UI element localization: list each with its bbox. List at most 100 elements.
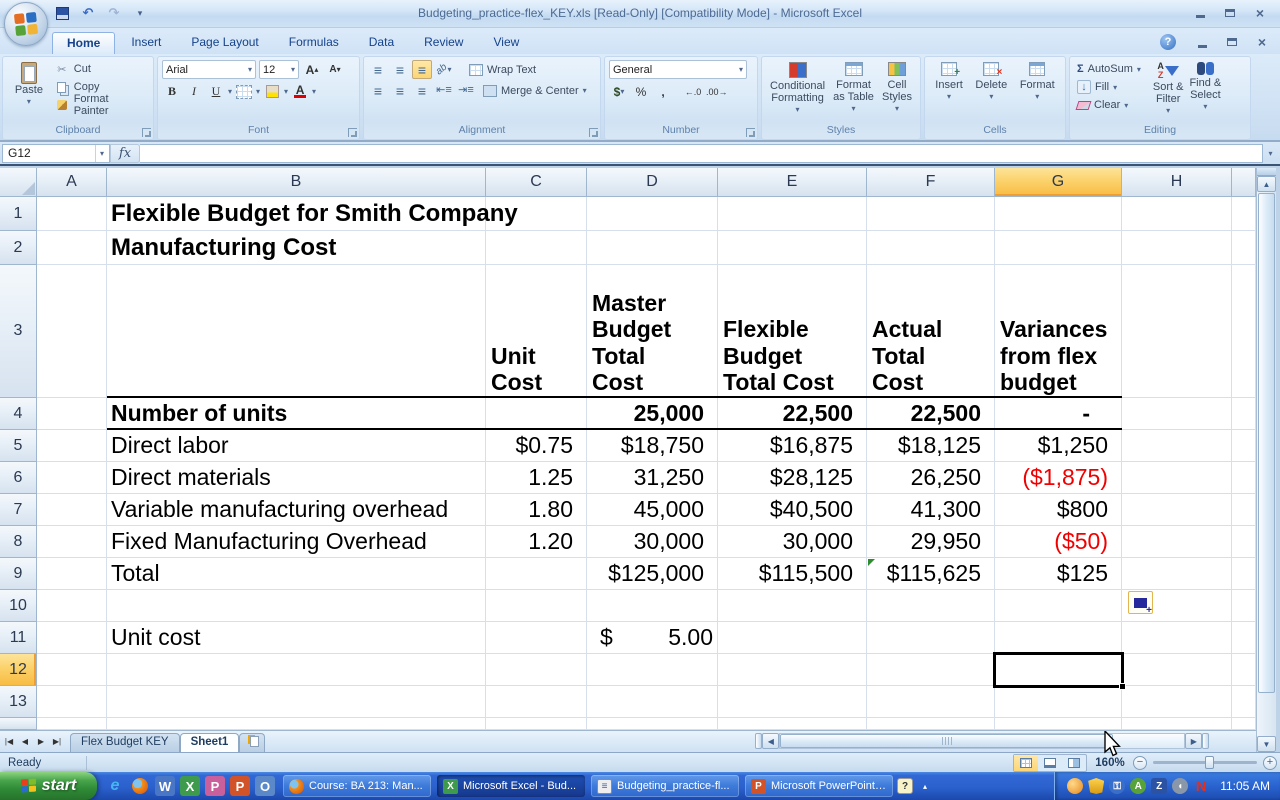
row-header-5[interactable]: 5	[0, 430, 37, 462]
cell-b11[interactable]: Unit cost	[107, 622, 486, 654]
tab-view[interactable]: View	[479, 32, 533, 54]
cell-a8[interactable]	[37, 526, 107, 558]
cell[interactable]	[587, 654, 718, 686]
cell[interactable]	[995, 718, 1122, 730]
cell-f4[interactable]: 22,500	[867, 398, 995, 430]
task-button-excel-active[interactable]: X Microsoft Excel - Bud...	[437, 775, 585, 797]
office-button[interactable]	[4, 2, 48, 46]
align-left-icon[interactable]: ≡	[368, 81, 388, 100]
zoom-in-button[interactable]: +	[1263, 756, 1277, 770]
row-header-9[interactable]: 9	[0, 558, 37, 590]
last-sheet-icon[interactable]: ▶|	[50, 733, 64, 749]
next-sheet-icon[interactable]: ▶	[34, 733, 48, 749]
word-icon[interactable]: W	[155, 776, 175, 796]
percent-style-icon[interactable]: %	[631, 82, 651, 101]
cell-c5[interactable]: $0.75	[486, 430, 587, 462]
normal-view-button[interactable]	[1014, 755, 1038, 771]
cell-a2[interactable]	[37, 231, 107, 265]
tab-review[interactable]: Review	[410, 32, 477, 54]
cut-button[interactable]: ✂Cut	[51, 60, 149, 78]
cell-g6-negative[interactable]: ($1,875)	[995, 462, 1122, 494]
vertical-scrollbar[interactable]: ▲ ▼	[1256, 168, 1276, 752]
formula-input[interactable]	[140, 144, 1263, 163]
italic-button[interactable]: I	[184, 82, 204, 101]
cell-e7[interactable]: $40,500	[718, 494, 867, 526]
fill-button[interactable]: ↓Fill▾	[1074, 78, 1144, 96]
cell-a11[interactable]	[37, 622, 107, 654]
sheet-tab-sheet1-active[interactable]: Sheet1	[180, 733, 240, 753]
font-color-button[interactable]: A	[290, 82, 310, 101]
horizontal-scrollbar[interactable]: ◀ ▶	[755, 731, 1209, 749]
page-break-preview-button[interactable]	[1062, 755, 1086, 771]
cell-a7[interactable]	[37, 494, 107, 526]
cell[interactable]	[995, 686, 1122, 718]
wrap-text-button[interactable]: Wrap Text	[466, 61, 539, 79]
name-box[interactable]: G12▾	[2, 144, 110, 163]
zoom-out-button[interactable]: −	[1133, 756, 1147, 770]
zoom-slider-thumb[interactable]	[1205, 756, 1214, 769]
cell[interactable]	[587, 231, 718, 265]
cell[interactable]	[1232, 231, 1256, 265]
tray-security-shield-icon[interactable]	[1088, 778, 1104, 794]
sheet-tab-flex-budget-key[interactable]: Flex Budget KEY	[70, 733, 180, 752]
row-header-11[interactable]: 11	[0, 622, 37, 654]
cell[interactable]	[718, 654, 867, 686]
tab-page-layout[interactable]: Page Layout	[177, 32, 272, 54]
cell-styles-button[interactable]: Cell Styles▾	[879, 60, 915, 124]
doc-restore-icon[interactable]	[1222, 35, 1242, 50]
number-format-combo[interactable]: General▾	[609, 60, 747, 79]
underline-dropdown-icon[interactable]: ▾	[228, 87, 232, 96]
task-button-powerpoint[interactable]: P Microsoft PowerPoint ...	[745, 775, 893, 797]
horizontal-scroll-thumb[interactable]	[780, 734, 1113, 748]
cell-d5[interactable]: $18,750	[587, 430, 718, 462]
cell-a1[interactable]	[37, 197, 107, 231]
paste-options-smart-tag[interactable]	[1128, 591, 1153, 614]
column-header-b[interactable]: B	[107, 168, 486, 197]
cell-g7[interactable]: $800	[995, 494, 1122, 526]
cell-c7[interactable]: 1.80	[486, 494, 587, 526]
cell-b5[interactable]: Direct labor	[107, 430, 486, 462]
cell[interactable]	[587, 718, 718, 730]
increase-indent-icon[interactable]: ⇥≡	[456, 81, 476, 100]
font-dialog-launcher-icon[interactable]	[348, 128, 357, 137]
cell[interactable]	[1232, 494, 1256, 526]
cell[interactable]	[1232, 526, 1256, 558]
row-header-8[interactable]: 8	[0, 526, 37, 558]
cell-e8[interactable]: 30,000	[718, 526, 867, 558]
cell[interactable]	[37, 718, 107, 730]
format-as-table-button[interactable]: Format as Table▾	[830, 60, 877, 124]
font-color-dropdown-icon[interactable]: ▾	[312, 87, 316, 96]
sort-filter-button[interactable]: AZ Sort & Filter▾	[1150, 60, 1187, 124]
cell-e4[interactable]: 22,500	[718, 398, 867, 430]
column-header-h[interactable]: H	[1122, 168, 1232, 197]
cell-e5[interactable]: $16,875	[718, 430, 867, 462]
cell[interactable]	[1232, 558, 1256, 590]
previous-sheet-icon[interactable]: ◀	[18, 733, 32, 749]
cell-c8[interactable]: 1.20	[486, 526, 587, 558]
cell-b6[interactable]: Direct materials	[107, 462, 486, 494]
cell-b3[interactable]	[107, 265, 486, 398]
cell[interactable]	[1122, 686, 1232, 718]
tray-key-icon[interactable]: ⚿	[1109, 778, 1125, 794]
row-header-4[interactable]: 4	[0, 398, 37, 430]
accounting-format-icon[interactable]: $▾	[609, 82, 629, 101]
alignment-dialog-launcher-icon[interactable]	[589, 128, 598, 137]
cell-f7[interactable]: 41,300	[867, 494, 995, 526]
cell-g3[interactable]: Variances from flex budget	[995, 265, 1122, 398]
cell-a13[interactable]	[37, 686, 107, 718]
tab-split-handle[interactable]	[755, 733, 762, 749]
cell[interactable]	[1122, 265, 1232, 398]
cell[interactable]	[1232, 430, 1256, 462]
cell[interactable]	[1122, 718, 1232, 730]
cell[interactable]	[486, 686, 587, 718]
cell-b12[interactable]	[107, 654, 486, 686]
internet-explorer-icon[interactable]: e	[105, 776, 125, 796]
scroll-left-icon[interactable]: ◀	[762, 733, 779, 749]
cell-b1[interactable]: Flexible Budget for Smith Company	[107, 197, 486, 231]
cell-c11[interactable]	[486, 622, 587, 654]
cell[interactable]	[718, 622, 867, 654]
decrease-indent-icon[interactable]: ⇤≡	[434, 81, 454, 100]
cell-g5[interactable]: $1,250	[995, 430, 1122, 462]
minimize-icon[interactable]	[1190, 5, 1210, 20]
align-middle-icon[interactable]: ≡	[390, 60, 410, 79]
